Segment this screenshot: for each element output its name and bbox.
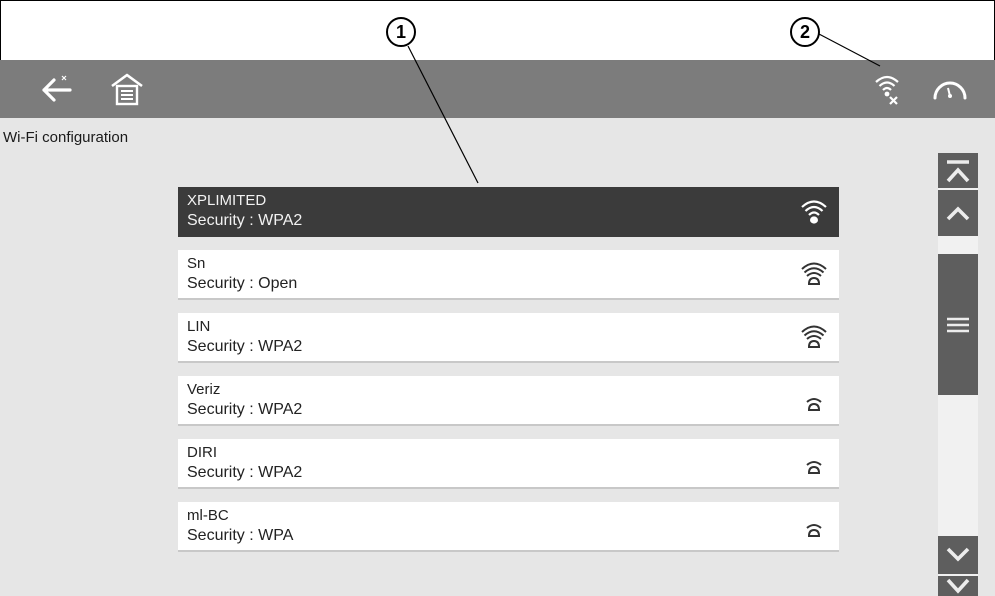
- wifi-signal-weak-icon: [806, 461, 822, 474]
- home-button[interactable]: [104, 60, 150, 118]
- gauge-button[interactable]: [922, 60, 978, 118]
- wifi-signal-weak-icon: [806, 524, 822, 537]
- network-ssid: LIN: [187, 318, 211, 335]
- page-title: Wi-Fi configuration: [3, 129, 129, 146]
- wifi-signal-weak-icon: [806, 398, 822, 411]
- network-security: Security : WPA: [187, 527, 294, 544]
- back-arrow-icon: [42, 75, 72, 102]
- wifi-signal-strong-icon: [801, 262, 827, 285]
- scroll-to-bottom-button[interactable]: [938, 576, 978, 596]
- scroll-thumb[interactable]: [938, 254, 978, 395]
- scroll-to-bottom-icon: [946, 578, 970, 594]
- home-icon: [111, 73, 143, 106]
- scroll-up-icon: [946, 206, 970, 221]
- network-row-diri[interactable]: DIRI Security : WPA2: [178, 439, 839, 489]
- scroll-to-top-button[interactable]: [938, 153, 978, 188]
- callout-2-badge: 2: [790, 17, 820, 47]
- network-security: Security : WPA2: [187, 464, 303, 481]
- network-list: XPLIMITED Security : WPA2 Sn Security : …: [178, 187, 839, 565]
- network-ssid: ml-BC: [187, 507, 229, 524]
- network-row-sn[interactable]: Sn Security : Open: [178, 250, 839, 300]
- network-security: Security : WPA2: [187, 401, 303, 418]
- network-ssid: Veriz: [187, 381, 221, 398]
- network-row-veriz[interactable]: Veriz Security : WPA2: [178, 376, 839, 426]
- network-security: Security : Open: [187, 275, 298, 292]
- callout-1-badge: 1: [386, 17, 416, 47]
- network-ssid: DIRI: [187, 444, 217, 461]
- wifi-signal-strong-icon: [801, 325, 827, 348]
- scroll-down-button[interactable]: [938, 536, 978, 574]
- scrollbar[interactable]: [938, 153, 978, 596]
- toolbar: [0, 60, 995, 118]
- wifi-signal-strong-icon: [801, 200, 827, 224]
- network-security: Security : WPA2: [187, 338, 303, 355]
- device-screen: Wi-Fi configuration XPLIMITED Security :…: [0, 60, 995, 596]
- scroll-down-icon: [946, 547, 970, 562]
- scroll-to-top-icon: [946, 159, 970, 182]
- scroll-thumb-grip-icon: [947, 317, 969, 332]
- network-row-lin[interactable]: LIN Security : WPA2: [178, 313, 839, 363]
- network-ssid: XPLIMITED: [187, 192, 267, 209]
- network-security: Security : WPA2: [187, 212, 303, 229]
- wifi-status-button[interactable]: [868, 60, 908, 118]
- scroll-up-button[interactable]: [938, 190, 978, 236]
- network-row-ml-bc[interactable]: ml-BC Security : WPA: [178, 502, 839, 552]
- network-row-xplimited[interactable]: XPLIMITED Security : WPA2: [178, 187, 839, 237]
- wifi-disconnected-icon: [875, 75, 899, 105]
- network-ssid: Sn: [187, 255, 206, 272]
- back-button[interactable]: [32, 60, 84, 118]
- gauge-icon: [933, 81, 967, 100]
